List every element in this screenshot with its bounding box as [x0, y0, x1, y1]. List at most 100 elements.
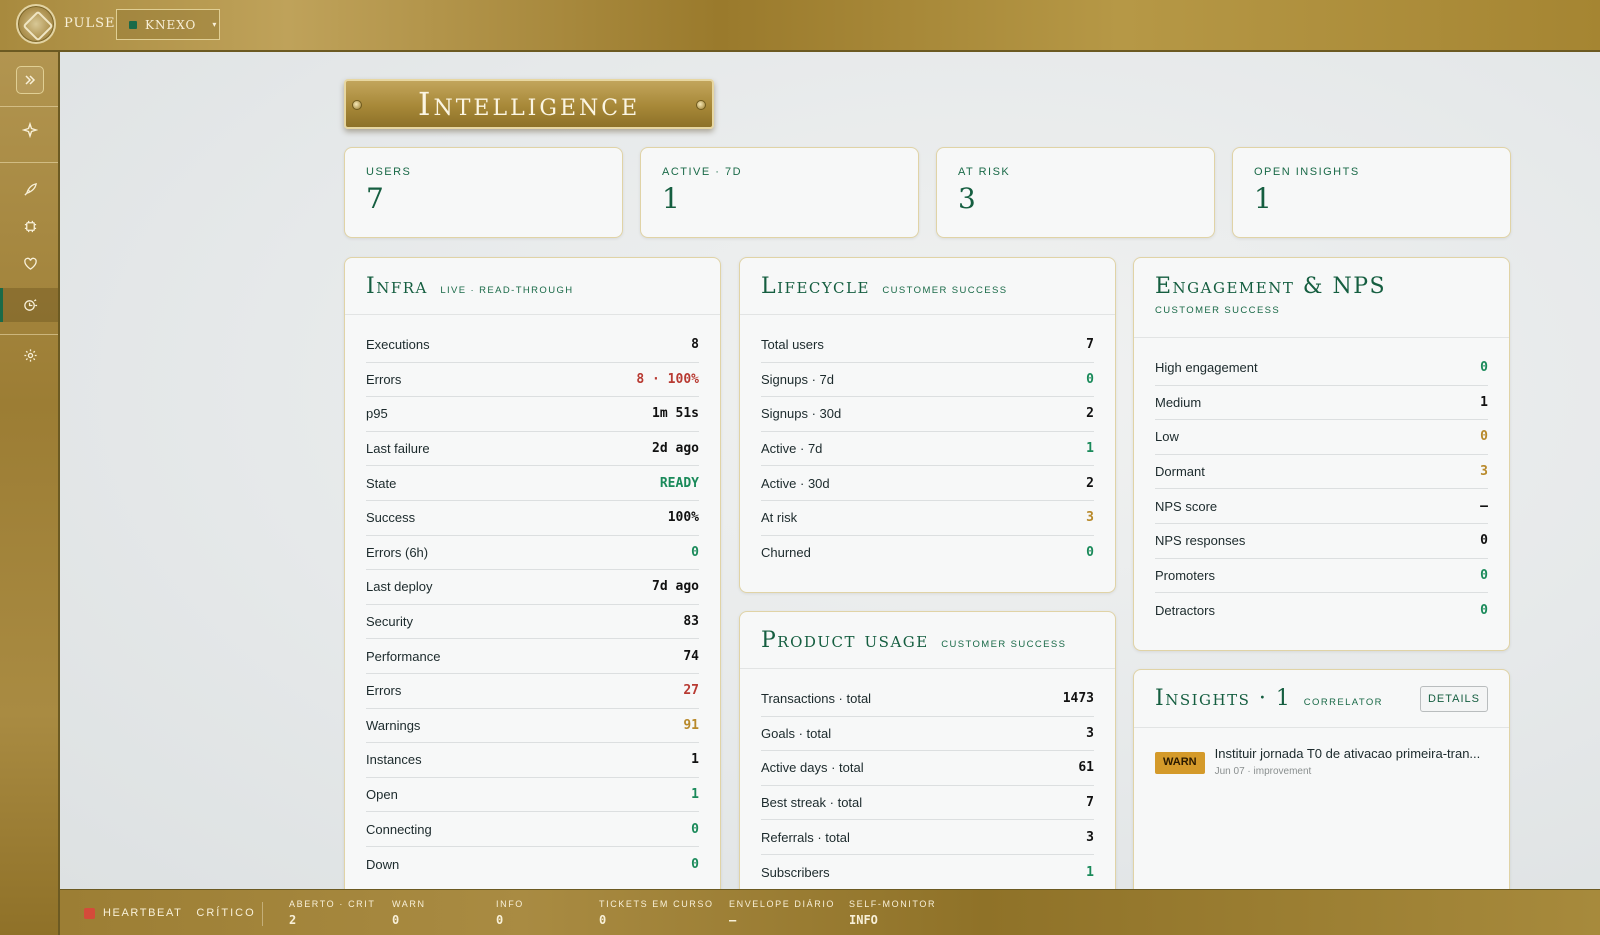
sidebar-item-deploy[interactable]	[16, 175, 44, 203]
expand-sidebar-button[interactable]	[16, 66, 44, 94]
insight-item[interactable]: WARN Instituir jornada T0 de ativacao pr…	[1134, 728, 1509, 795]
metric-label: Security	[366, 614, 413, 630]
metric-value: 0	[1480, 429, 1488, 445]
sidebar-item-intelligence[interactable]	[16, 291, 44, 319]
stat-value: 2	[289, 913, 297, 927]
list-item: State READY	[366, 466, 699, 501]
list-item: At risk 3	[761, 501, 1094, 536]
metric-value: 27	[683, 683, 699, 699]
card-subtitle: CORRELATOR	[1303, 697, 1383, 708]
logo[interactable]	[16, 4, 56, 44]
kpi-label: ACTIVE · 7D	[662, 166, 743, 178]
list-item: Executions 8	[366, 328, 699, 363]
stat-info: INFO 0	[496, 899, 524, 927]
sidebar	[0, 52, 60, 935]
metric-label: Best streak · total	[761, 795, 863, 811]
metric-label: Errors	[366, 683, 402, 699]
list-item: Signups · 7d 0	[761, 363, 1094, 398]
status-footer: HEARTBEAT CRÍTICO ABERTO · CRIT 2 WARN 0…	[60, 889, 1600, 935]
metric-value: 91	[683, 717, 699, 733]
product-usage-card: Product usage CUSTOMER SUCCESS Transacti…	[739, 611, 1116, 901]
insights-card-header: Insights · 1 CORRELATOR DETAILS	[1134, 670, 1509, 728]
stat-label: ENVELOPE DIÁRIO	[729, 899, 836, 909]
metric-label: p95	[366, 406, 388, 422]
metric-label: Last failure	[366, 441, 430, 457]
card-subtitle: CUSTOMER SUCCESS	[882, 285, 1008, 296]
list-item: Goals · total 3	[761, 717, 1094, 752]
workspace-name: KNEXO	[145, 17, 197, 32]
stat-warn: WARN 0	[392, 899, 426, 927]
footer-divider	[262, 902, 263, 926]
heartbeat-status[interactable]: HEARTBEAT CRÍTICO	[84, 907, 256, 919]
list-item: NPS responses 0	[1155, 524, 1488, 559]
sidebar-item-assistant[interactable]	[16, 116, 44, 144]
metric-value: 3	[1480, 464, 1488, 480]
metric-label: Instances	[366, 752, 422, 768]
metric-value: 83	[683, 614, 699, 630]
card-title: Engagement & NPS	[1155, 274, 1387, 299]
list-item: Open 1	[366, 778, 699, 813]
metric-label: Open	[366, 787, 398, 803]
card-title: Product usage	[761, 628, 929, 653]
metric-value: 0	[1086, 545, 1094, 561]
sidebar-item-settings[interactable]	[16, 341, 44, 369]
metric-label: Errors (6h)	[366, 544, 429, 560]
infra-card-header: Infra LIVE · READ-THROUGH	[345, 258, 720, 315]
sidebar-item-health[interactable]	[16, 249, 44, 277]
engagement-card: Engagement & NPS CUSTOMER SUCCESS High e…	[1133, 257, 1510, 651]
page-title-plaque: Intelligence	[344, 79, 714, 129]
metric-label: Promoters	[1155, 567, 1215, 583]
metric-label: At risk	[761, 510, 798, 526]
card-subtitle: CUSTOMER SUCCESS	[941, 639, 1067, 650]
list-item: Medium 1	[1155, 386, 1488, 421]
metric-label: Active days · total	[761, 760, 864, 776]
list-item: Referrals · total 3	[761, 820, 1094, 855]
card-subtitle: LIVE · READ-THROUGH	[440, 285, 574, 296]
stat-open-crit: ABERTO · CRIT 2	[289, 899, 375, 927]
metric-label: Total users	[761, 337, 824, 353]
sidebar-item-infra[interactable]	[16, 212, 44, 240]
kpi-users: USERS 7	[344, 147, 623, 238]
severity-badge: WARN	[1155, 752, 1205, 774]
kpi-value: 1	[662, 182, 680, 215]
rivet-icon	[696, 100, 706, 110]
card-subtitle: CUSTOMER SUCCESS	[1155, 305, 1281, 316]
kpi-value: 1	[1254, 182, 1272, 215]
list-item: Detractors 0	[1155, 593, 1488, 628]
infra-metrics: Executions 8 Errors 8 · 100% p95 1m 51s Las…	[345, 315, 720, 882]
metric-value: 0	[1086, 371, 1094, 387]
metric-value: 2	[1086, 475, 1094, 491]
kpi-at-risk: AT RISK 3	[936, 147, 1215, 238]
engagement-metrics: High engagement 0 Medium 1 Low 0 Dormant 3 N…	[1134, 338, 1509, 628]
metric-value: 2d ago	[652, 441, 699, 457]
kpi-label: USERS	[366, 166, 412, 178]
sidebar-divider	[0, 334, 58, 335]
metric-value: 0	[1480, 533, 1488, 549]
metric-label: Success	[366, 510, 416, 526]
insight-meta: Jun 07 · improvement	[1214, 766, 1312, 777]
list-item: Best streak · total 7	[761, 786, 1094, 821]
metric-label: Errors	[366, 371, 402, 387]
list-item: Active · 7d 1	[761, 432, 1094, 467]
alert-dot-icon	[84, 907, 95, 919]
metric-label: NPS score	[1155, 498, 1218, 514]
stat-self-monitor: SELF-MONITOR INFO	[849, 899, 936, 927]
metric-value: 7	[1086, 795, 1094, 811]
details-button[interactable]: DETAILS	[1420, 686, 1488, 712]
list-item: High engagement 0	[1155, 351, 1488, 386]
metric-label: Low	[1155, 429, 1179, 445]
list-item: Signups · 30d 2	[761, 397, 1094, 432]
metric-label: Last deploy	[366, 579, 433, 595]
list-item: Total users 7	[761, 328, 1094, 363]
metric-label: Churned	[761, 545, 811, 561]
stat-label: ABERTO · CRIT	[289, 899, 376, 909]
top-bar: PULSE KNEXO ▾	[0, 0, 1600, 52]
metric-value: 2	[1086, 406, 1094, 422]
metric-value: 100%	[667, 510, 699, 526]
list-item: p95 1m 51s	[366, 397, 699, 432]
workspace-selector[interactable]: KNEXO ▾	[116, 9, 220, 40]
kpi-active-7d: ACTIVE · 7D 1	[640, 147, 919, 238]
stat-value: —	[729, 913, 737, 927]
metric-label: Performance	[366, 648, 441, 664]
lifecycle-card-header: Lifecycle CUSTOMER SUCCESS	[740, 258, 1115, 315]
